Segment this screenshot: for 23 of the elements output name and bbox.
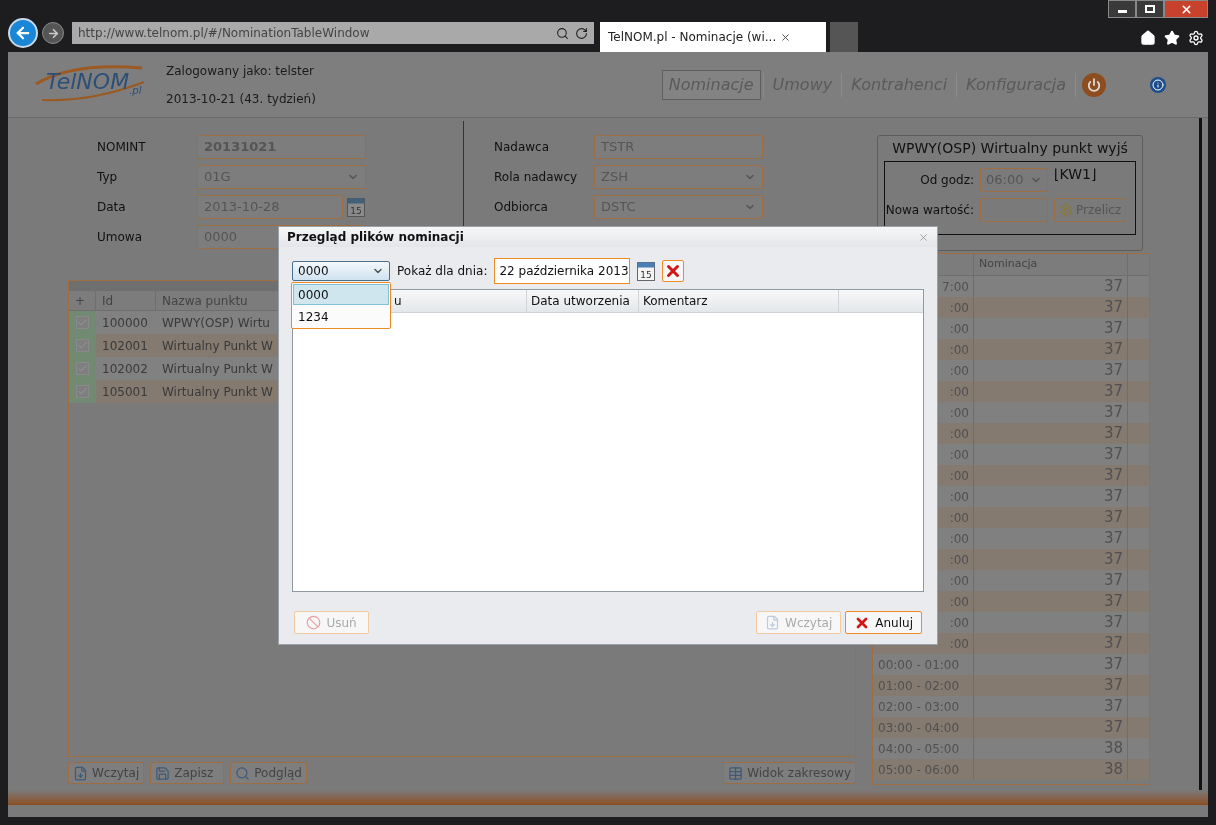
field-label: Odbiorca	[494, 199, 549, 216]
logged-user-text: Zalogowany jako: telster	[166, 62, 315, 80]
table-cell-text: Wirtualny Punkt W	[161, 360, 274, 378]
date-label: Pokaż dla dnia:	[397, 263, 488, 280]
panel-title: WPWY(OSP) Wirtualny punkt wyjś	[892, 139, 1128, 158]
field-label: Umowa	[97, 229, 143, 246]
table-cell-text: 102002	[101, 360, 149, 378]
field-label: Nadawca	[494, 139, 551, 156]
field-label: Nowa wartość:	[885, 202, 975, 219]
table-cell-text: WPWY(OSP) Wirtu	[161, 314, 271, 332]
field-label: Od godz:	[919, 172, 975, 189]
field-label: Rola nadawcy	[494, 169, 579, 186]
field-label: Typ	[97, 169, 119, 186]
table-cell-text: Wirtualny Punkt W	[161, 383, 274, 401]
tag-text: ⌊KW1⌋	[1054, 165, 1097, 184]
table-cell-text: 100000	[101, 314, 149, 332]
dialog-title: Przegląd plików nominacji	[287, 229, 465, 246]
field-label: NOMINT	[97, 139, 147, 156]
table-cell-text: 102001	[101, 337, 149, 355]
table-cell-text: Wirtualny Punkt W	[161, 337, 274, 355]
field-label: Data	[97, 199, 127, 216]
date-week-text: 2013-10-21 (43. tydzień)	[166, 90, 316, 108]
table-cell-text: 105001	[101, 383, 149, 401]
